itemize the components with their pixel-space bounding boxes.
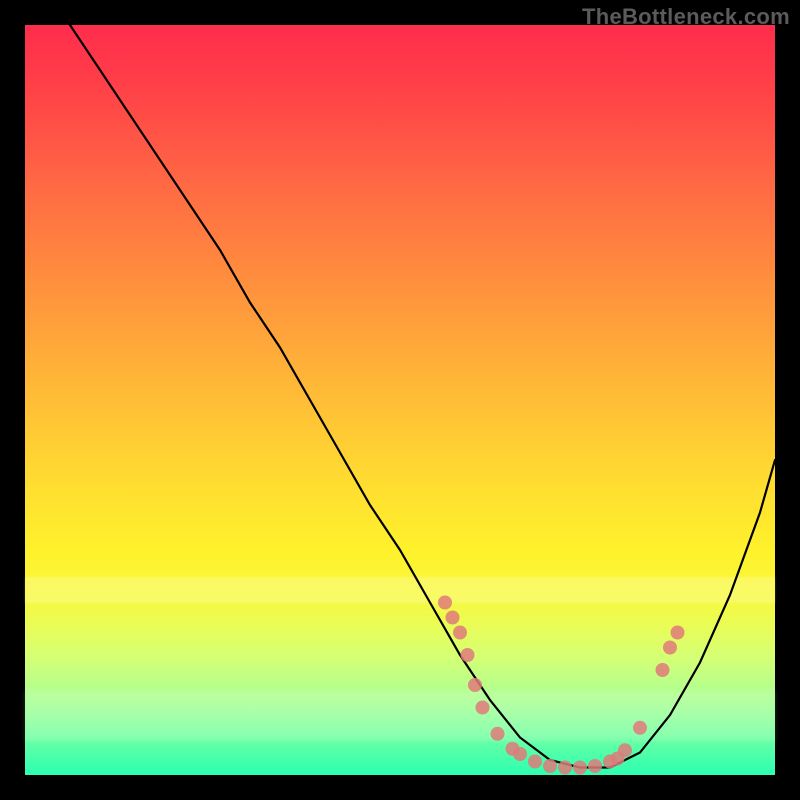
data-marker [528,755,542,769]
data-marker [573,761,587,775]
data-marker [461,648,475,662]
data-marker [558,761,572,775]
data-marker [453,626,467,640]
data-marker [438,596,452,610]
data-marker [588,759,602,773]
data-marker [476,701,490,715]
marker-group [438,596,685,775]
data-marker [513,747,527,761]
data-marker [618,743,632,757]
data-marker [663,641,677,655]
plot-area [25,25,775,775]
watermark-text: TheBottleneck.com [582,4,790,30]
marker-layer [25,25,775,775]
data-marker [468,678,482,692]
chart-frame: TheBottleneck.com [0,0,800,800]
data-marker [671,626,685,640]
data-marker [656,663,670,677]
data-marker [491,727,505,741]
data-marker [633,721,647,735]
data-marker [543,759,557,773]
data-marker [446,611,460,625]
